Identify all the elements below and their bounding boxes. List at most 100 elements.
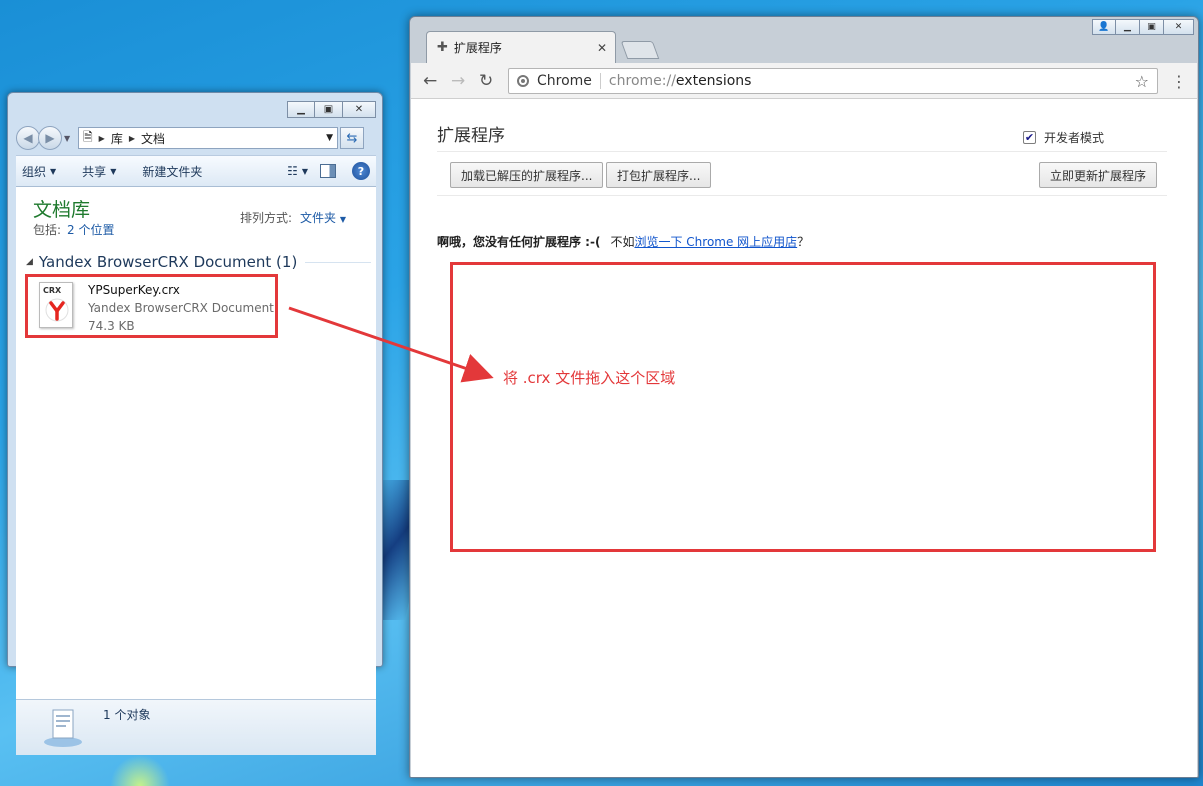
web-store-link[interactable]: 浏览一下 Chrome 网上应用店	[634, 235, 797, 249]
person-icon: 👤	[1098, 22, 1110, 32]
chevron-down-icon: ▼	[301, 166, 308, 176]
divider	[437, 151, 1167, 152]
maximize-button[interactable]: ▣	[315, 101, 343, 118]
maximize-icon: ▣	[323, 104, 334, 115]
arrange-by: 排列方式: 文件夹 ▼	[240, 209, 346, 226]
omnibox-path: extensions	[675, 73, 752, 89]
omnibox-divider	[599, 73, 601, 89]
includes-locations-link[interactable]: 2 个位置	[67, 223, 114, 237]
forward-arrow-icon: ▶	[45, 131, 55, 145]
developer-mode-toggle[interactable]: ✔ 开发者模式	[1023, 129, 1104, 146]
minimize-button[interactable]: ▁	[287, 101, 315, 118]
address-dropdown-icon[interactable]: ▼	[326, 133, 333, 143]
chevron-down-icon: ▼	[339, 215, 346, 224]
tab-title: 扩展程序	[453, 41, 502, 55]
new-tab-button[interactable]	[620, 41, 660, 59]
includes-label: 包括:	[33, 223, 62, 237]
back-arrow-icon[interactable]: ←	[423, 71, 437, 91]
update-extensions-button[interactable]: 立即更新扩展程序	[1039, 162, 1158, 188]
arrange-by-label: 排列方式:	[239, 211, 292, 225]
organize-label: 组织	[22, 164, 47, 179]
back-arrow-icon: ◀	[23, 131, 33, 145]
load-unpacked-button[interactable]: 加载已解压的扩展程序...	[450, 162, 604, 188]
organize-menu[interactable]: 组织 ▼	[22, 163, 56, 180]
document-icon: 🗎	[83, 129, 93, 144]
group-divider	[305, 261, 371, 263]
desktop-background-leaf	[110, 755, 170, 786]
library-title: 文档库	[33, 199, 91, 221]
address-bar[interactable]: 🗎 ▶ 库 ▶ 文档 ▼	[78, 127, 338, 149]
drop-zone-highlight[interactable]	[450, 262, 1156, 552]
chrome-toolbar: ← → ↻ Chrome chrome://extensions ☆ ⋮	[411, 63, 1197, 99]
suggest-prefix: 不如	[610, 235, 635, 249]
close-icon: ✕	[1174, 22, 1183, 32]
explorer-details-pane: 1 个对象	[16, 699, 376, 755]
forward-arrow-icon[interactable]: →	[451, 71, 465, 91]
profile-button[interactable]: 👤	[1092, 19, 1116, 35]
chrome-window: 👤 ▁ ▣ ✕ ✚ 扩展程序 ✕ ← → ↻ Chrome chrome://e…	[409, 16, 1199, 778]
tab-extensions[interactable]: ✚ 扩展程序 ✕	[426, 31, 616, 63]
chrome-menu-icon[interactable]: ⋮	[1171, 72, 1187, 91]
new-folder-button[interactable]: 新建文件夹	[142, 163, 202, 180]
omnibox-scheme: chrome://	[608, 73, 676, 89]
breadcrumb-separator-icon[interactable]: ▶	[99, 134, 105, 143]
new-folder-label: 新建文件夹	[142, 164, 203, 179]
back-button[interactable]: ◀	[16, 126, 40, 150]
breadcrumb-documents[interactable]: 文档	[141, 130, 165, 147]
explorer-window: ▁ ▣ ✕ ◀ ▶ ▼ 🗎 ▶ 库 ▶ 文档 ▼ ⇆ 组织 ▼ 共享 ▼ 新建文…	[7, 92, 383, 755]
close-icon: ✕	[354, 104, 364, 115]
help-icon[interactable]: ?	[352, 162, 370, 180]
reload-icon[interactable]: ↻	[479, 71, 493, 91]
forward-button[interactable]: ▶	[38, 126, 62, 150]
drop-zone-label: 将 .crx 文件拖入这个区域	[503, 369, 676, 387]
explorer-caption-buttons: ▁ ▣ ✕	[287, 101, 376, 118]
group-title: Yandex BrowserCRX Document (1)	[38, 253, 298, 271]
pack-extension-button[interactable]: 打包扩展程序...	[606, 162, 712, 188]
minimize-icon: ▁	[1124, 22, 1131, 32]
divider	[437, 195, 1167, 196]
explorer-address-row: ◀ ▶ ▼ 🗎 ▶ 库 ▶ 文档 ▼ ⇆	[16, 126, 376, 150]
puzzle-piece-icon: ✚	[437, 40, 448, 55]
change-view-button[interactable]: ☷ ▼	[287, 164, 308, 178]
suggest-suffix: ？	[797, 235, 810, 249]
close-button[interactable]: ✕	[1164, 19, 1194, 35]
refresh-icon: ⇆	[346, 130, 358, 146]
share-menu[interactable]: 共享 ▼	[82, 163, 116, 180]
chevron-down-icon: ▼	[50, 166, 57, 176]
view-details-icon: ☷	[287, 164, 298, 178]
omnibox[interactable]: Chrome chrome://extensions ☆	[508, 68, 1158, 94]
arrange-by-dropdown[interactable]: 文件夹 ▼	[300, 211, 346, 225]
breadcrumb-library[interactable]: 库	[111, 130, 123, 147]
explorer-file-list: 文档库 包括: 2 个位置 排列方式: 文件夹 ▼ ◢ Yandex Browser…	[16, 187, 376, 699]
breadcrumb-separator-icon[interactable]: ▶	[129, 134, 135, 143]
maximize-icon: ▣	[1147, 22, 1156, 32]
minimize-button[interactable]: ▁	[1116, 19, 1140, 35]
extensions-page: 扩展程序 ✔ 开发者模式 加载已解压的扩展程序... 打包扩展程序... 立即更…	[411, 99, 1197, 777]
omnibox-origin: Chrome	[537, 73, 592, 89]
chrome-caption-buttons: 👤 ▁ ▣ ✕	[1092, 19, 1194, 35]
page-title: 扩展程序	[437, 126, 505, 146]
document-library-icon	[44, 709, 82, 747]
chrome-page-icon[interactable]	[517, 75, 529, 87]
minimize-icon: ▁	[297, 104, 305, 115]
chevron-down-icon: ▼	[110, 166, 117, 176]
item-count: 1 个对象	[103, 708, 151, 722]
bookmark-star-icon[interactable]: ☆	[1135, 72, 1149, 91]
no-extensions-text: 啊哦，您没有任何扩展程序 :-(	[437, 235, 601, 249]
tab-close-icon[interactable]: ✕	[597, 41, 607, 55]
explorer-command-bar: 组织 ▼ 共享 ▼ 新建文件夹 ☷ ▼ ?	[16, 155, 376, 187]
library-includes: 包括: 2 个位置	[33, 221, 115, 238]
arrange-by-value: 文件夹	[300, 211, 337, 225]
file-group-header[interactable]: ◢ Yandex BrowserCRX Document (1)	[26, 253, 371, 271]
refresh-button[interactable]: ⇆	[340, 127, 364, 149]
maximize-button[interactable]: ▣	[1140, 19, 1164, 35]
preview-pane-icon[interactable]	[320, 164, 336, 178]
close-button[interactable]: ✕	[343, 101, 376, 118]
recent-pages-dropdown[interactable]: ▼	[64, 134, 74, 143]
developer-mode-checkbox[interactable]: ✔	[1023, 131, 1036, 144]
developer-mode-label: 开发者模式	[1044, 131, 1105, 145]
collapse-triangle-icon: ◢	[26, 257, 33, 267]
no-extensions-message: 啊哦，您没有任何扩展程序 :-( 不如浏览一下 Chrome 网上应用店？	[437, 233, 809, 250]
share-label: 共享	[82, 164, 107, 179]
highlight-box-file	[25, 274, 278, 338]
